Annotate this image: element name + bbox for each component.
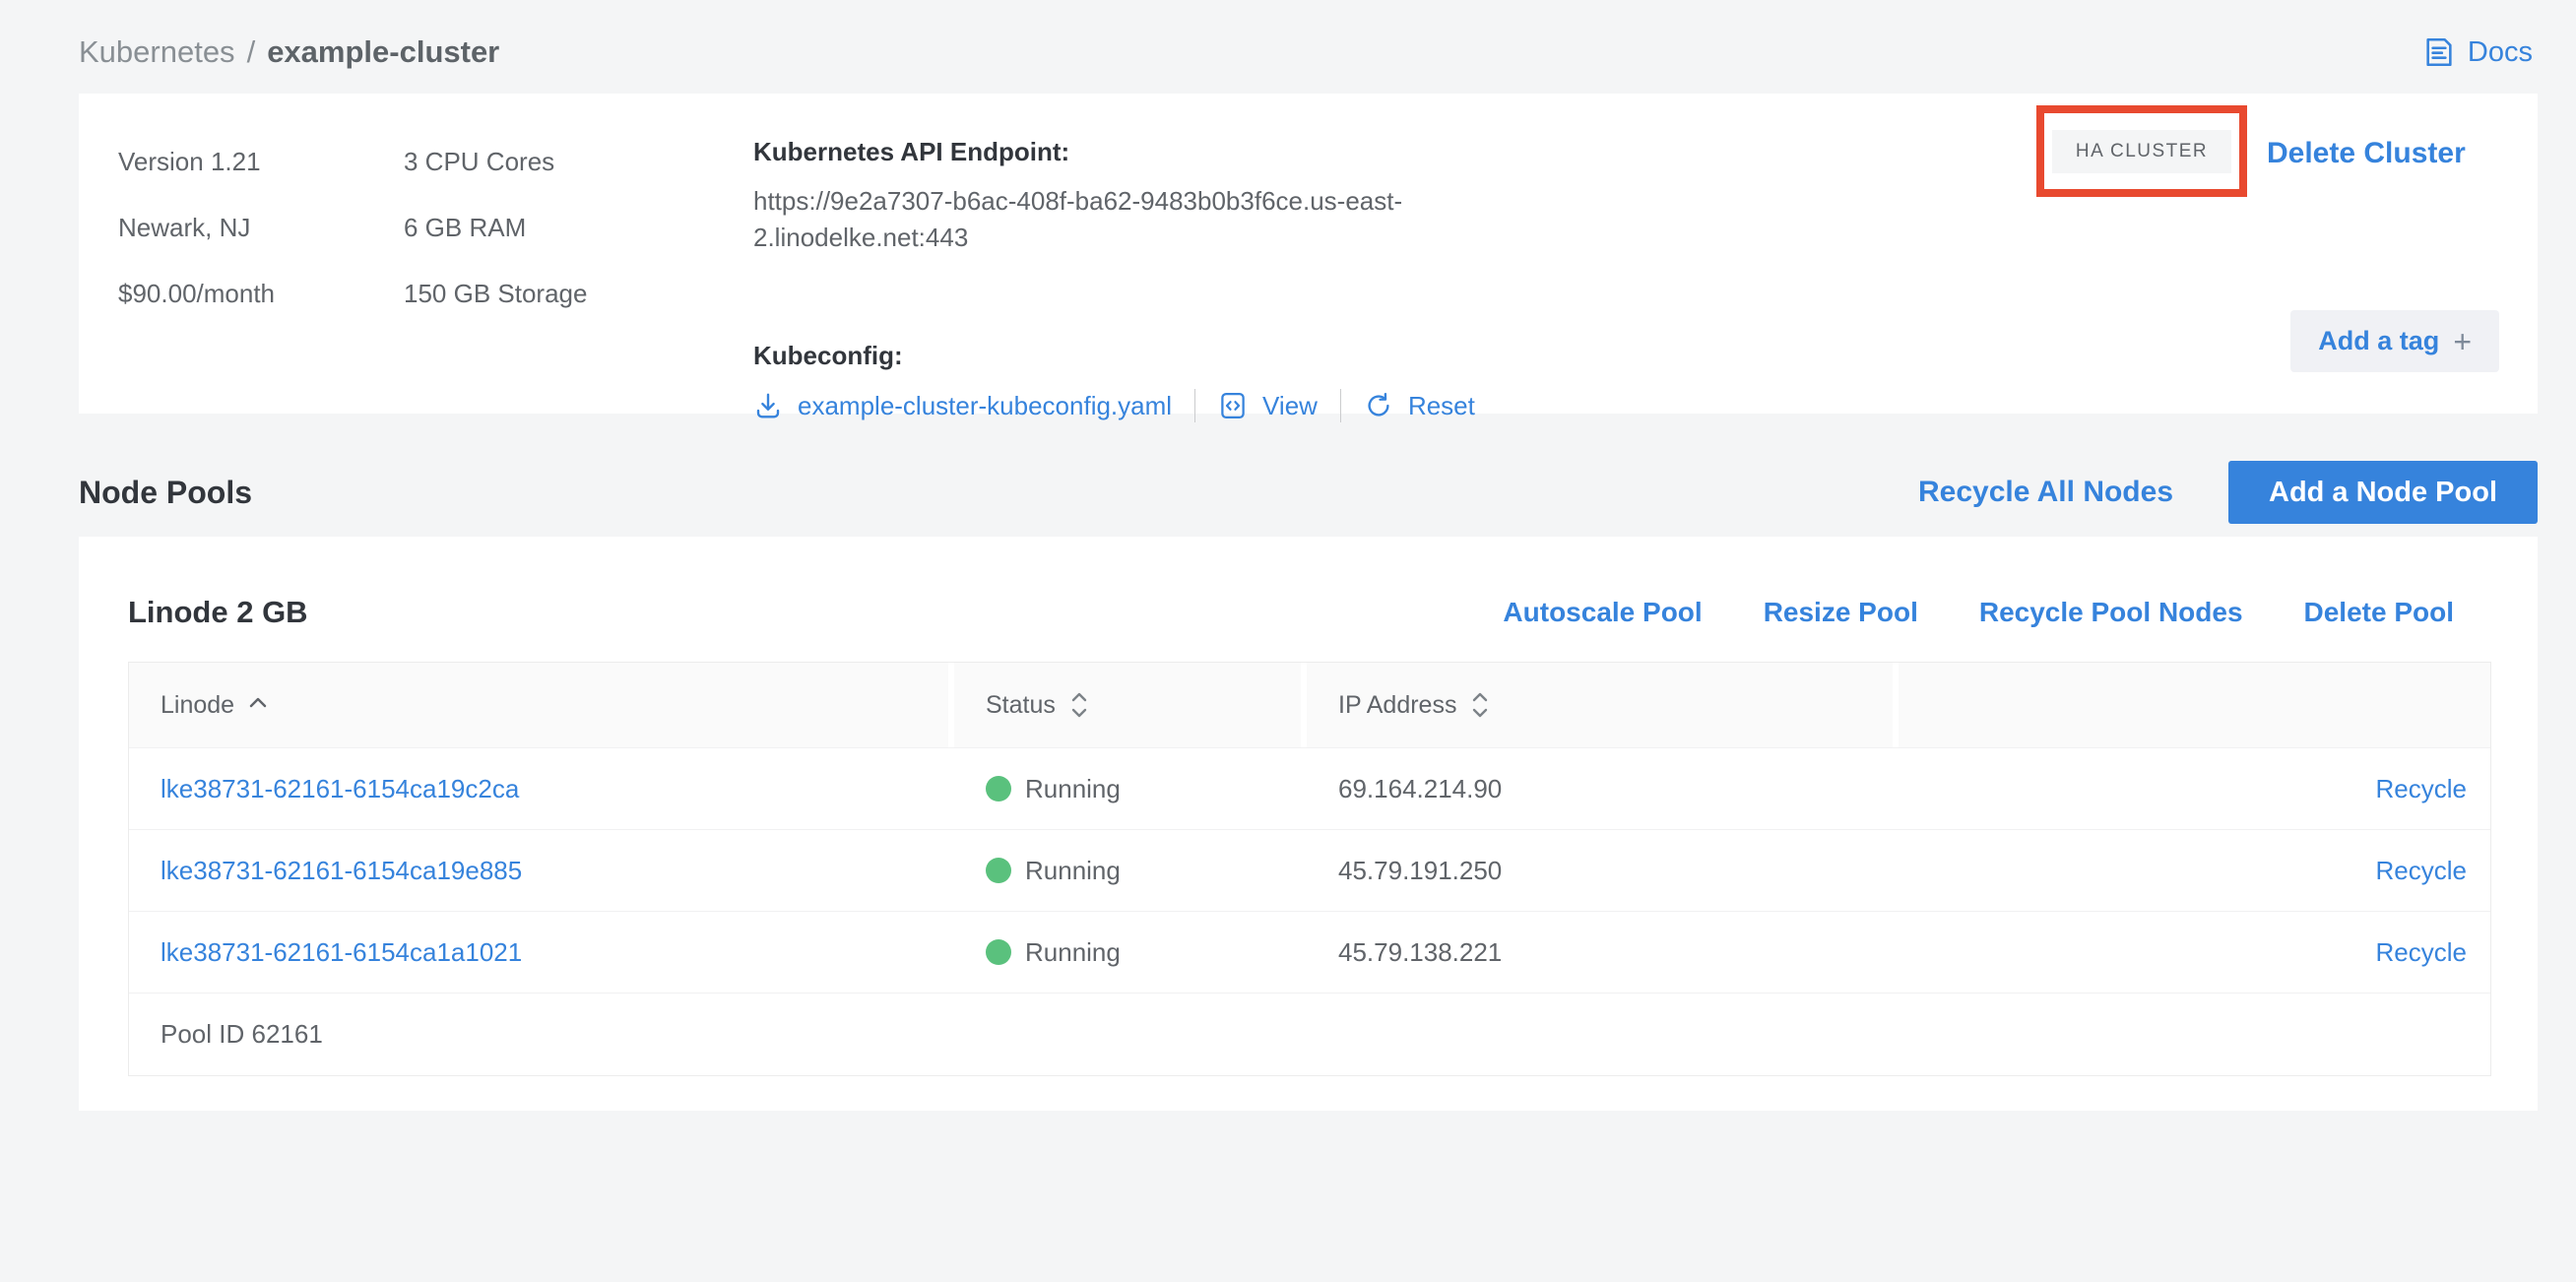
recycle-node-button[interactable]: Recycle	[2376, 937, 2467, 968]
api-endpoint-url: https://9e2a7307-b6ac-408f-ba62-9483b0b3…	[753, 183, 1487, 256]
node-table: Linode Status IP Address	[128, 662, 2491, 1076]
status-dot	[986, 776, 1011, 801]
cluster-version: Version 1.21	[118, 129, 275, 195]
resize-pool-button[interactable]: Resize Pool	[1764, 597, 1918, 628]
cluster-ram: 6 GB RAM	[404, 195, 587, 261]
cluster-specs-column-2: 3 CPU Cores 6 GB RAM 150 GB Storage	[404, 129, 587, 327]
kubeconfig-download-link[interactable]: example-cluster-kubeconfig.yaml	[798, 391, 1172, 421]
breadcrumb-kubernetes[interactable]: Kubernetes	[79, 34, 235, 70]
recycle-all-nodes-button[interactable]: Recycle All Nodes	[1918, 476, 2173, 509]
cluster-storage: 150 GB Storage	[404, 261, 587, 327]
reset-icon	[1364, 391, 1393, 420]
add-tag-button[interactable]: Add a tag +	[2290, 310, 2499, 372]
status-text: Running	[1025, 774, 1121, 804]
recycle-pool-nodes-button[interactable]: Recycle Pool Nodes	[1979, 597, 2243, 628]
cluster-price: $90.00/month	[118, 261, 275, 327]
node-ip: 45.79.191.250	[1338, 856, 1502, 886]
pool-id-footer: Pool ID 62161	[129, 993, 2490, 1075]
view-code-icon	[1218, 391, 1248, 420]
caret-up-icon	[246, 695, 270, 709]
kubeconfig-block: Kubeconfig: example-cluster-kubeconfig.y…	[753, 341, 1475, 422]
ha-cluster-badge: HA CLUSTER	[2052, 130, 2231, 173]
node-ip: 45.79.138.221	[1338, 937, 1502, 968]
column-header-linode[interactable]: Linode	[129, 663, 954, 747]
sort-chevrons-icon	[1468, 688, 1492, 722]
status-dot	[986, 858, 1011, 883]
breadcrumb-cluster-name: example-cluster	[267, 34, 499, 70]
add-node-pool-button[interactable]: Add a Node Pool	[2228, 461, 2538, 524]
breadcrumb-separator: /	[247, 34, 256, 70]
recycle-node-button[interactable]: Recycle	[2376, 856, 2467, 886]
status-dot	[986, 939, 1011, 965]
node-ip: 69.164.214.90	[1338, 774, 1502, 804]
node-link[interactable]: lke38731-62161-6154ca1a1021	[161, 937, 522, 968]
kubeconfig-reset-link[interactable]: Reset	[1408, 391, 1475, 421]
column-header-ip[interactable]: IP Address	[1307, 663, 1899, 747]
column-header-status[interactable]: Status	[954, 663, 1307, 747]
column-header-actions	[1899, 663, 2490, 747]
divider	[1340, 389, 1341, 422]
recycle-node-button[interactable]: Recycle	[2376, 774, 2467, 804]
table-row: lke38731-62161-6154ca1a1021 Running 45.7…	[129, 911, 2490, 993]
ha-cluster-annotation-box: HA CLUSTER	[2036, 105, 2247, 197]
api-endpoint-label: Kubernetes API Endpoint:	[753, 137, 1487, 167]
sort-chevrons-icon	[1067, 688, 1091, 722]
status-text: Running	[1025, 856, 1121, 886]
kubeconfig-label: Kubeconfig:	[753, 341, 1475, 371]
status-text: Running	[1025, 937, 1121, 968]
cluster-summary-card: Version 1.21 Newark, NJ $90.00/month 3 C…	[79, 94, 2538, 414]
divider	[1194, 389, 1195, 422]
table-row: lke38731-62161-6154ca19e885 Running 45.7…	[129, 829, 2490, 911]
add-tag-label: Add a tag	[2318, 326, 2439, 356]
node-link[interactable]: lke38731-62161-6154ca19c2ca	[161, 774, 519, 804]
docs-icon	[2422, 35, 2456, 69]
docs-label: Docs	[2468, 36, 2533, 69]
top-bar: Kubernetes / example-cluster Docs	[79, 26, 2533, 79]
breadcrumb: Kubernetes / example-cluster	[79, 34, 499, 70]
kubeconfig-view-link[interactable]: View	[1262, 391, 1318, 421]
node-pools-title: Node Pools	[79, 475, 252, 511]
node-table-header: Linode Status IP Address	[129, 663, 2490, 747]
cluster-cpu: 3 CPU Cores	[404, 129, 587, 195]
pool-id-text: Pool ID 62161	[161, 1019, 323, 1050]
delete-pool-button[interactable]: Delete Pool	[2304, 597, 2454, 628]
pool-actions: Autoscale Pool Resize Pool Recycle Pool …	[1503, 597, 2454, 628]
table-row: lke38731-62161-6154ca19c2ca Running 69.1…	[129, 747, 2490, 829]
plus-icon: +	[2453, 326, 2472, 357]
node-pools-header: Node Pools Recycle All Nodes Add a Node …	[79, 448, 2538, 537]
autoscale-pool-button[interactable]: Autoscale Pool	[1503, 597, 1702, 628]
node-pool-card: Linode 2 GB Autoscale Pool Resize Pool R…	[79, 537, 2538, 1111]
docs-link[interactable]: Docs	[2422, 35, 2533, 69]
pool-card-header: Linode 2 GB Autoscale Pool Resize Pool R…	[128, 576, 2454, 649]
pool-name: Linode 2 GB	[128, 595, 308, 630]
delete-cluster-button[interactable]: Delete Cluster	[2267, 137, 2466, 170]
download-icon	[753, 391, 783, 420]
api-endpoint-block: Kubernetes API Endpoint: https://9e2a730…	[753, 137, 1487, 256]
node-link[interactable]: lke38731-62161-6154ca19e885	[161, 856, 522, 886]
cluster-specs-column-1: Version 1.21 Newark, NJ $90.00/month	[118, 129, 275, 327]
cluster-region: Newark, NJ	[118, 195, 275, 261]
